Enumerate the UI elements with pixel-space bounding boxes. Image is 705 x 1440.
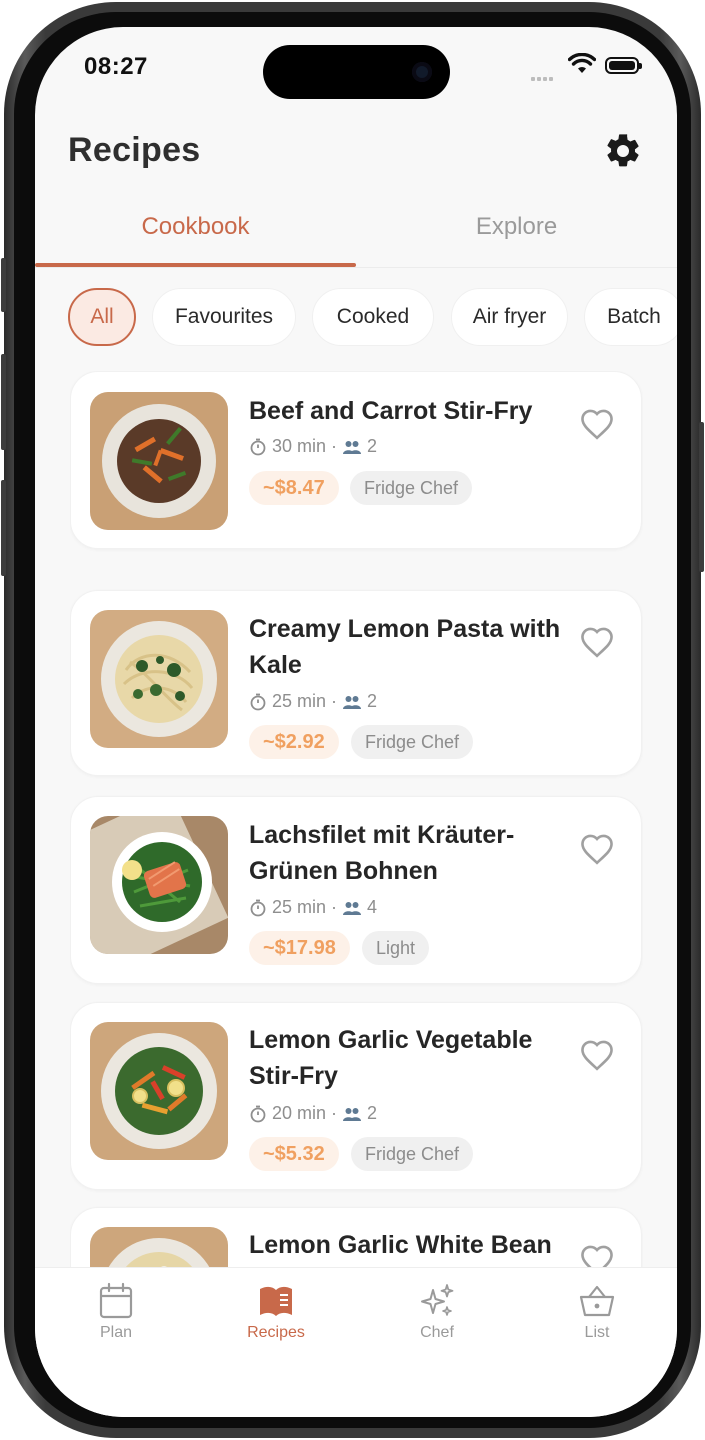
recipe-meta: 20 min · 2 (249, 1103, 377, 1124)
recipe-title: Lemon Garlic Vegetable Stir-Fry (249, 1026, 533, 1090)
page-title: Recipes (68, 131, 201, 169)
phone-frame: 08:27 Recipes Cookbook Explore All Favou… (1, 2, 704, 1438)
recipe-card[interactable]: Lemon Garlic White Bean and Kale Pasta (70, 1207, 642, 1267)
timer-icon (250, 899, 266, 916)
recipe-title: Lachsfilet mit Kräuter-Grünen Bohnen (249, 821, 515, 885)
recipe-time: 25 min (272, 897, 327, 917)
recipe-meta: 30 min · 2 (249, 436, 377, 457)
timer-icon (250, 693, 266, 710)
recipe-list: Beef and Carrot Stir-Fry 30 min · 2 ~$8.… (70, 371, 643, 1267)
cellular-signal-icon (531, 68, 555, 86)
recipe-meta: 25 min · 4 (249, 897, 377, 918)
recipe-title: Lemon Garlic White Bean and Kale Pasta (249, 1231, 552, 1259)
recipe-title: Beef and Carrot Stir-Fry (249, 397, 533, 425)
nav-label-recipes: Recipes (247, 1324, 305, 1341)
price-badge: ~$8.47 (249, 471, 339, 505)
recipe-card[interactable]: Lemon Garlic Vegetable Stir-Fry 20 min ·… (70, 1002, 642, 1190)
people-icon (343, 901, 362, 915)
nav-item-list[interactable]: List (547, 1282, 647, 1342)
nav-label-list: List (584, 1324, 610, 1341)
volume-up-button (1, 354, 6, 450)
nav-item-plan[interactable]: Plan (66, 1282, 166, 1342)
recipe-card[interactable]: Beef and Carrot Stir-Fry 30 min · 2 ~$8.… (70, 371, 642, 549)
filter-chip-air-fryer[interactable]: Air fryer (451, 288, 568, 346)
camera-icon (412, 62, 432, 82)
nav-item-recipes[interactable]: Recipes (226, 1282, 326, 1342)
nav-label-plan: Plan (99, 1324, 133, 1341)
meta-separator: · (331, 691, 338, 711)
filter-chip-cooked[interactable]: Cooked (312, 288, 434, 346)
filter-chip-batch[interactable]: Batch (584, 288, 677, 346)
action-button (1, 258, 6, 312)
filter-chip-favourites[interactable]: Favourites (152, 288, 296, 346)
screen: 08:27 Recipes Cookbook Explore All Favou… (35, 27, 677, 1417)
recipe-photo (90, 1022, 228, 1160)
tab-cookbook[interactable]: Cookbook (35, 213, 356, 241)
power-button (699, 422, 704, 572)
timer-icon (250, 1105, 266, 1122)
recipe-photo (90, 392, 228, 530)
sparkles-icon (421, 1284, 454, 1316)
bottom-tab-bar: Plan Recipes Chef List (35, 1267, 677, 1417)
recipe-tag: Light (362, 931, 430, 965)
favourite-heart-icon[interactable] (579, 626, 615, 658)
recipe-tag: Fridge Chef (350, 471, 473, 505)
filter-chip-all[interactable]: All (68, 288, 136, 346)
recipe-servings: 2 (367, 436, 378, 456)
nav-item-chef[interactable]: Chef (387, 1282, 487, 1342)
nav-label-chef: Chef (420, 1324, 454, 1341)
basket-icon (579, 1285, 615, 1317)
wifi-icon (568, 53, 596, 73)
book-icon (260, 1286, 292, 1316)
tab-explore[interactable]: Explore (356, 213, 677, 241)
price-badge: ~$17.98 (249, 931, 350, 965)
recipe-servings: 4 (367, 897, 378, 917)
recipe-tag: Fridge Chef (351, 1137, 474, 1171)
price-badge: ~$2.92 (249, 725, 339, 759)
recipe-time: 20 min (272, 1103, 327, 1123)
status-bar: 08:27 (35, 27, 677, 107)
favourite-heart-icon[interactable] (579, 1039, 615, 1071)
status-time: 08:27 (84, 53, 148, 80)
segment-tabs: Cookbook Explore (35, 207, 677, 268)
dynamic-island (263, 45, 450, 99)
people-icon (343, 695, 362, 709)
favourite-heart-icon[interactable] (579, 833, 615, 865)
people-icon (343, 440, 362, 454)
recipe-servings: 2 (367, 1103, 378, 1123)
recipe-photo (90, 816, 228, 954)
recipe-photo (90, 1227, 228, 1267)
recipe-meta: 25 min · 2 (249, 691, 377, 712)
calendar-icon (99, 1282, 133, 1319)
recipe-photo (90, 610, 228, 748)
people-icon (343, 1107, 362, 1121)
price-badge: ~$5.32 (249, 1137, 339, 1171)
battery-icon (605, 57, 642, 74)
meta-separator: · (331, 897, 338, 917)
recipe-time: 25 min (272, 691, 327, 711)
favourite-heart-icon[interactable] (579, 1244, 615, 1267)
recipe-card[interactable]: Creamy Lemon Pasta with Kale 25 min · 2 … (70, 590, 642, 776)
gear-icon[interactable] (603, 131, 643, 171)
recipe-card[interactable]: Lachsfilet mit Kräuter-Grünen Bohnen 25 … (70, 796, 642, 984)
tab-underline (35, 263, 356, 267)
meta-separator: · (331, 1103, 338, 1123)
meta-separator: · (331, 436, 338, 456)
recipe-title: Creamy Lemon Pasta with Kale (249, 615, 561, 679)
volume-down-button (1, 480, 6, 576)
timer-icon (250, 438, 266, 455)
favourite-heart-icon[interactable] (579, 408, 615, 440)
recipe-time: 30 min (272, 436, 327, 456)
recipe-tag: Fridge Chef (351, 725, 474, 759)
recipe-servings: 2 (367, 691, 378, 711)
